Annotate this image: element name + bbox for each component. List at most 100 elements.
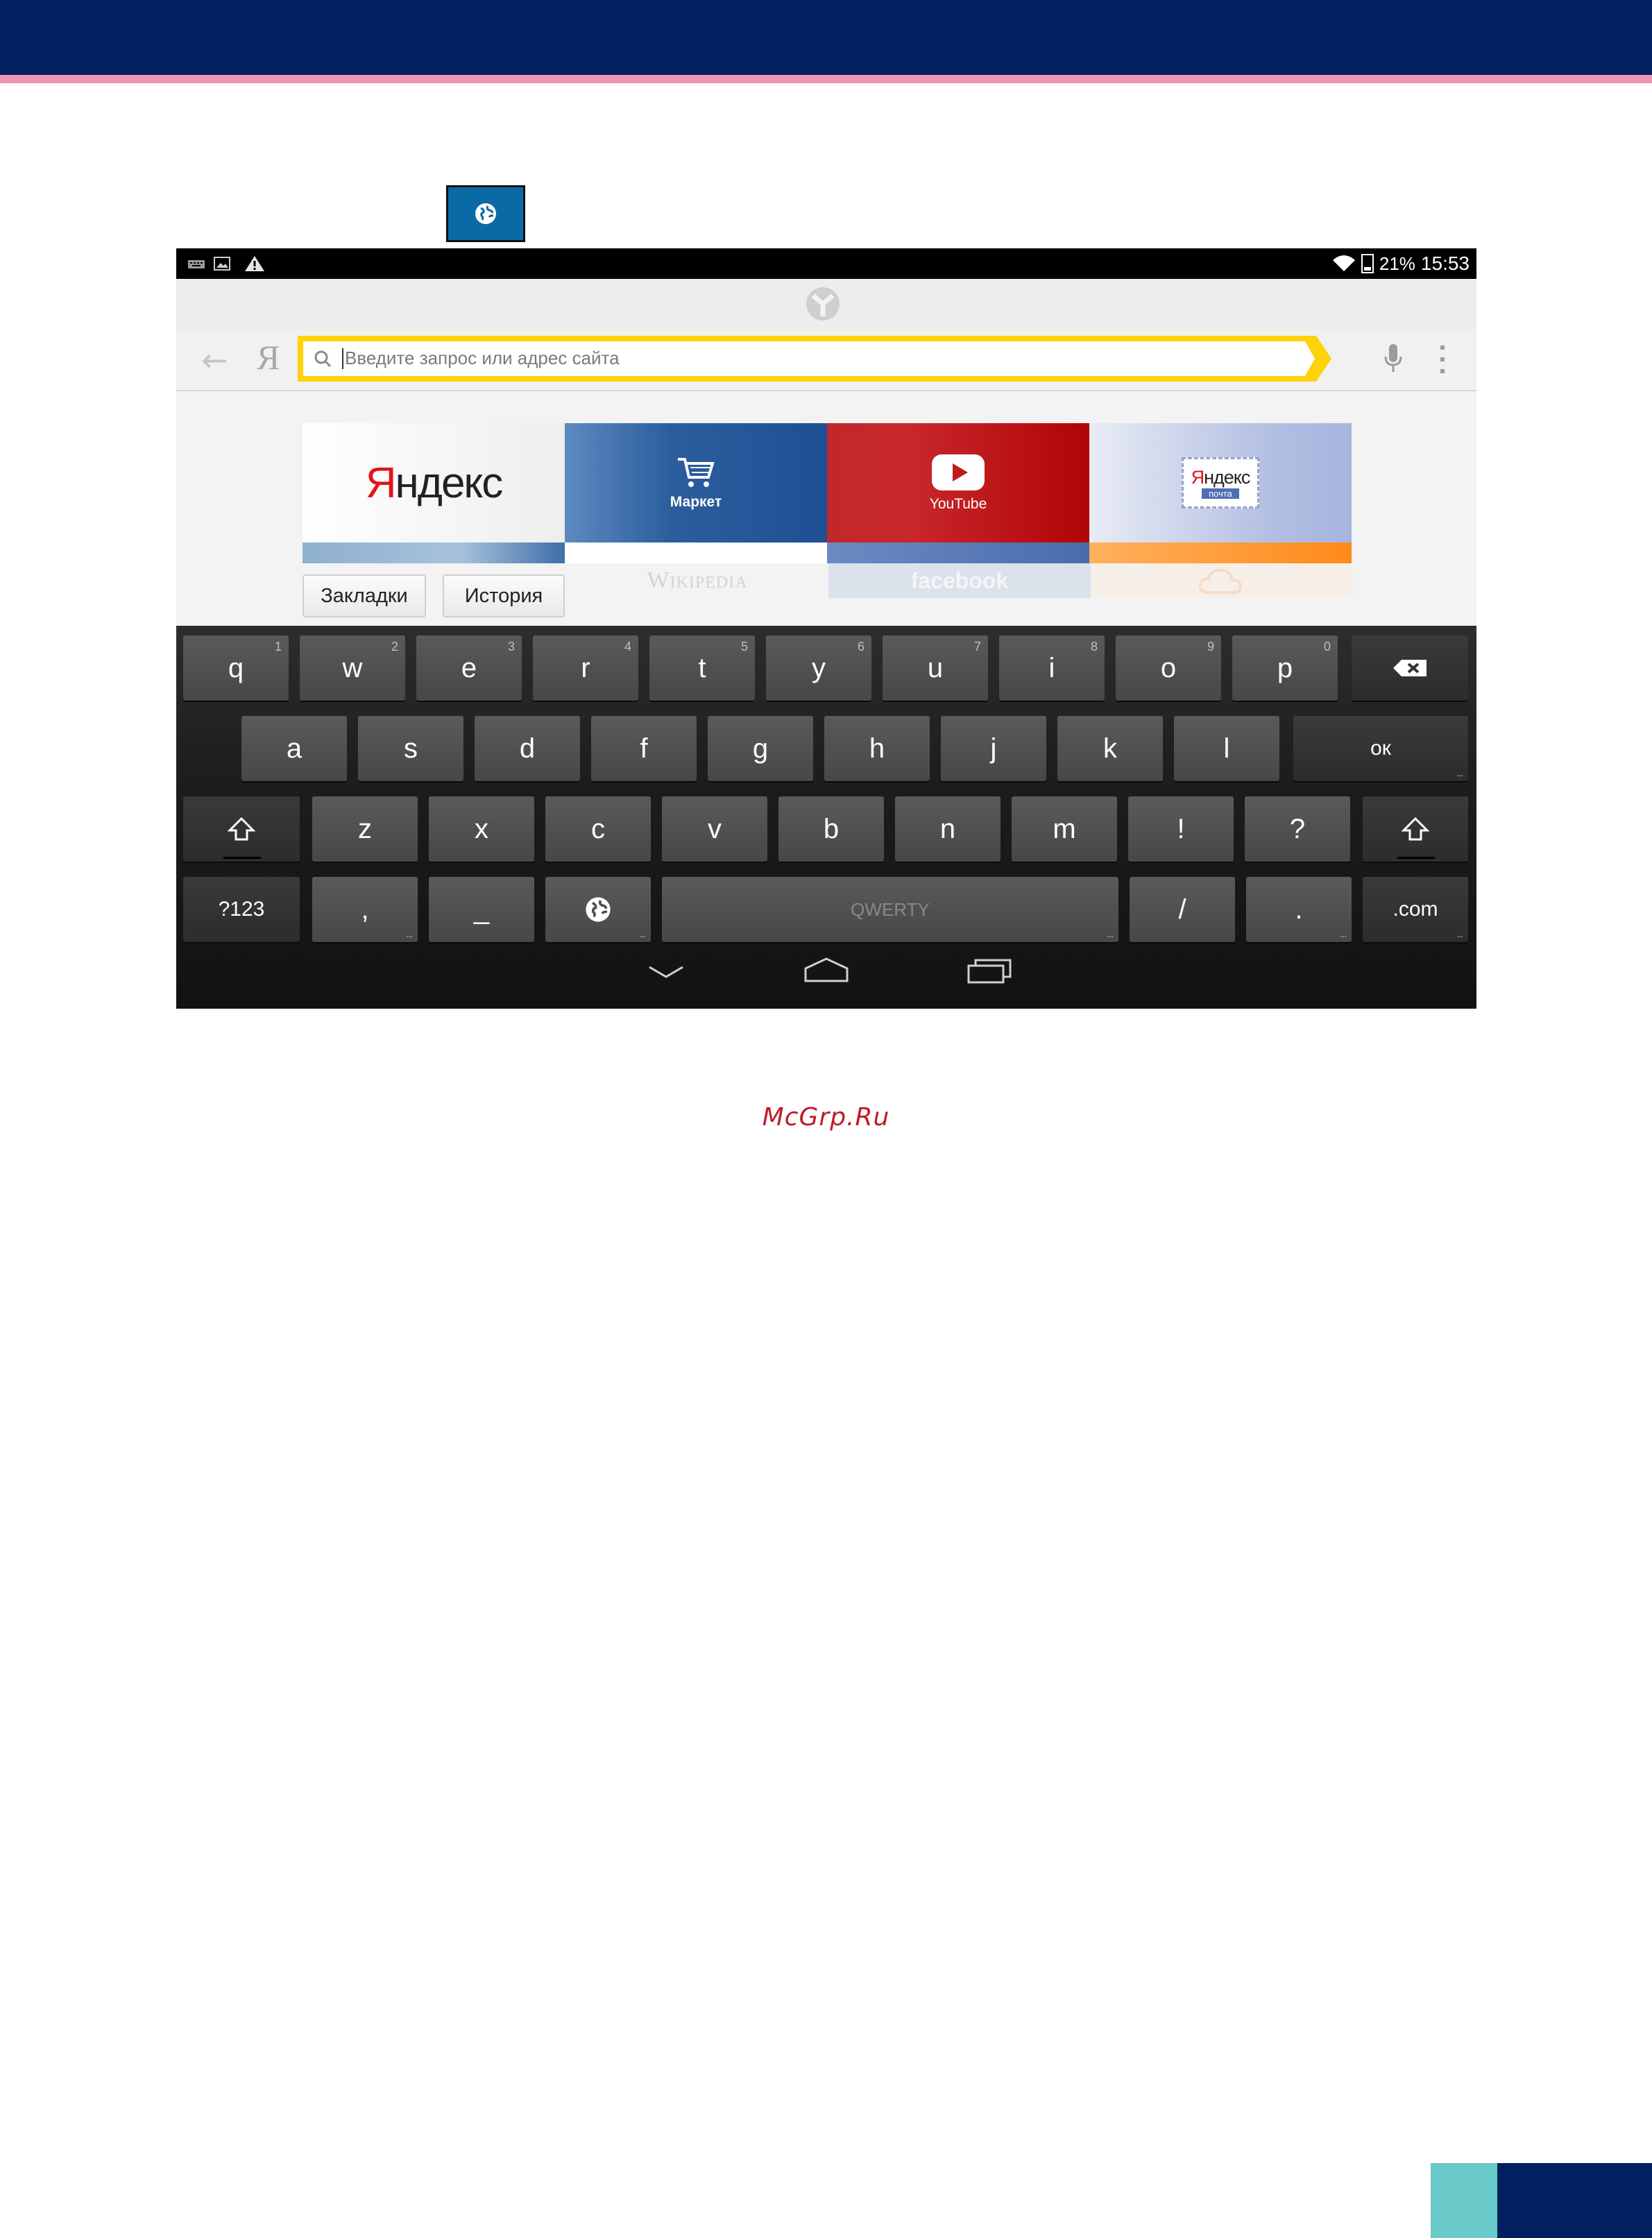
back-arrow-icon[interactable]: ←	[201, 341, 228, 379]
key-b[interactable]: b	[778, 796, 884, 862]
key-e[interactable]: e3	[416, 635, 522, 701]
bookmarks-button[interactable]: Закладки	[303, 574, 426, 617]
yandex-logo-rest: ндекс	[395, 459, 504, 507]
key-hint: 3	[507, 640, 515, 654]
key-label: e	[461, 652, 477, 683]
key-label: d	[519, 733, 536, 764]
tile-yandex[interactable]: Яндекс	[303, 423, 565, 563]
underscore-key[interactable]: _	[429, 877, 534, 942]
nav-home-icon[interactable]	[803, 956, 849, 984]
key-hint: 1	[274, 640, 282, 654]
battery-percent: 21%	[1379, 253, 1415, 274]
mail-sub: почта	[1202, 488, 1239, 499]
yandex-search-button[interactable]: Я	[257, 337, 280, 377]
key-w[interactable]: w2	[300, 635, 405, 701]
search-icon	[314, 350, 332, 368]
key-p[interactable]: p0	[1232, 635, 1338, 701]
key-hint: 8	[1090, 640, 1098, 654]
tile-weather[interactable]	[1091, 563, 1353, 598]
shift-key-left[interactable]	[183, 796, 300, 862]
key-m[interactable]: m	[1012, 796, 1117, 862]
key-s[interactable]: s	[358, 716, 463, 781]
key-![interactable]: !	[1128, 796, 1234, 862]
key-hint: 7	[973, 640, 981, 654]
dotcom-key[interactable]: .com...	[1363, 877, 1468, 942]
image-notif-icon	[214, 257, 230, 271]
tile-yandex-mail[interactable]: Яндекс почта	[1089, 423, 1352, 563]
status-bar: 21% 15:53	[176, 248, 1476, 279]
key-label: v	[708, 813, 722, 844]
shift-icon	[1402, 817, 1429, 841]
key-hint: 0	[1323, 640, 1331, 654]
key-v[interactable]: v	[662, 796, 767, 862]
nav-recents-icon[interactable]	[967, 957, 1012, 984]
key-c[interactable]: c	[545, 796, 651, 862]
language-key[interactable]: ...	[545, 877, 651, 942]
tile-facebook[interactable]: facebook	[828, 563, 1091, 598]
tile-market[interactable]: Маркет	[565, 423, 827, 563]
key-d[interactable]: d	[475, 716, 580, 781]
key-g[interactable]: g	[708, 716, 813, 781]
key-label: y	[812, 652, 826, 683]
nav-back-icon[interactable]	[647, 962, 686, 981]
key-o[interactable]: o9	[1116, 635, 1221, 701]
key-u[interactable]: u7	[883, 635, 988, 701]
key-hint: 9	[1207, 640, 1214, 654]
watermark: McGrp.Ru	[762, 1103, 890, 1131]
globe-icon	[475, 203, 496, 224]
yandex-browser-logo-icon[interactable]	[805, 286, 841, 322]
key-label: l	[1223, 733, 1230, 764]
address-input[interactable]: Введите запрос или адрес сайта	[303, 341, 1315, 376]
key-x[interactable]: x	[429, 796, 534, 862]
youtube-play-icon	[932, 454, 985, 490]
key-a[interactable]: a	[241, 716, 347, 781]
key-n[interactable]: n	[895, 796, 1000, 862]
facebook-label: facebook	[910, 567, 1009, 593]
period-label: .	[1295, 894, 1303, 925]
warning-icon	[245, 256, 264, 271]
key-r[interactable]: r4	[533, 635, 638, 701]
menu-dots-icon[interactable]	[1439, 344, 1446, 375]
symbols-key[interactable]: ?123	[183, 877, 300, 942]
key-hint: 4	[624, 640, 631, 654]
key-label: o	[1160, 652, 1177, 683]
key-h[interactable]: h	[824, 716, 930, 781]
microphone-icon[interactable]	[1383, 343, 1403, 375]
key-y[interactable]: y6	[766, 635, 871, 701]
slash-key[interactable]: /	[1130, 877, 1235, 942]
key-label: i	[1048, 652, 1055, 683]
wifi-icon	[1332, 255, 1355, 271]
key-z[interactable]: z	[312, 796, 418, 862]
mail-logo-rest: ндекс	[1204, 466, 1250, 488]
key-f[interactable]: f	[591, 716, 697, 781]
backspace-key[interactable]	[1352, 635, 1468, 701]
browser-toolbar: ← Я Введите запрос или адрес сайта	[176, 330, 1476, 391]
key-label: j	[990, 733, 997, 764]
ok-key[interactable]: ок...	[1293, 716, 1468, 781]
key-?[interactable]: ?	[1245, 796, 1350, 862]
space-key[interactable]: QWERTY...	[662, 877, 1118, 942]
tile-youtube[interactable]: YouTube	[827, 423, 1089, 563]
key-label: ?	[1289, 813, 1306, 844]
address-bar[interactable]: Введите запрос или адрес сайта	[298, 336, 1331, 382]
key-l[interactable]: l	[1174, 716, 1279, 781]
ok-label: ок	[1370, 737, 1391, 760]
yandex-logo: Яндекс	[365, 459, 504, 507]
period-key[interactable]: ....	[1246, 877, 1352, 942]
key-t[interactable]: t5	[649, 635, 755, 701]
clock: 15:53	[1420, 253, 1470, 274]
key-j[interactable]: j	[941, 716, 1046, 781]
comma-key[interactable]: ,...	[312, 877, 418, 942]
key-label: q	[228, 652, 244, 683]
key-i[interactable]: i8	[999, 635, 1105, 701]
tile-wikipedia[interactable]: Wikipedia	[566, 563, 828, 598]
key-label: !	[1177, 813, 1185, 844]
history-button[interactable]: История	[443, 574, 565, 617]
key-k[interactable]: k	[1057, 716, 1163, 781]
address-placeholder: Введите запрос или адрес сайта	[345, 348, 620, 368]
onscreen-keyboard: q1w2e3r4t5y6u7i8o9p0 asdfghjkl ок... zxc…	[176, 626, 1476, 1009]
shift-key-right[interactable]	[1363, 796, 1468, 862]
underscore-label: _	[473, 894, 490, 925]
key-q[interactable]: q1	[183, 635, 289, 701]
key-label: r	[581, 652, 590, 683]
